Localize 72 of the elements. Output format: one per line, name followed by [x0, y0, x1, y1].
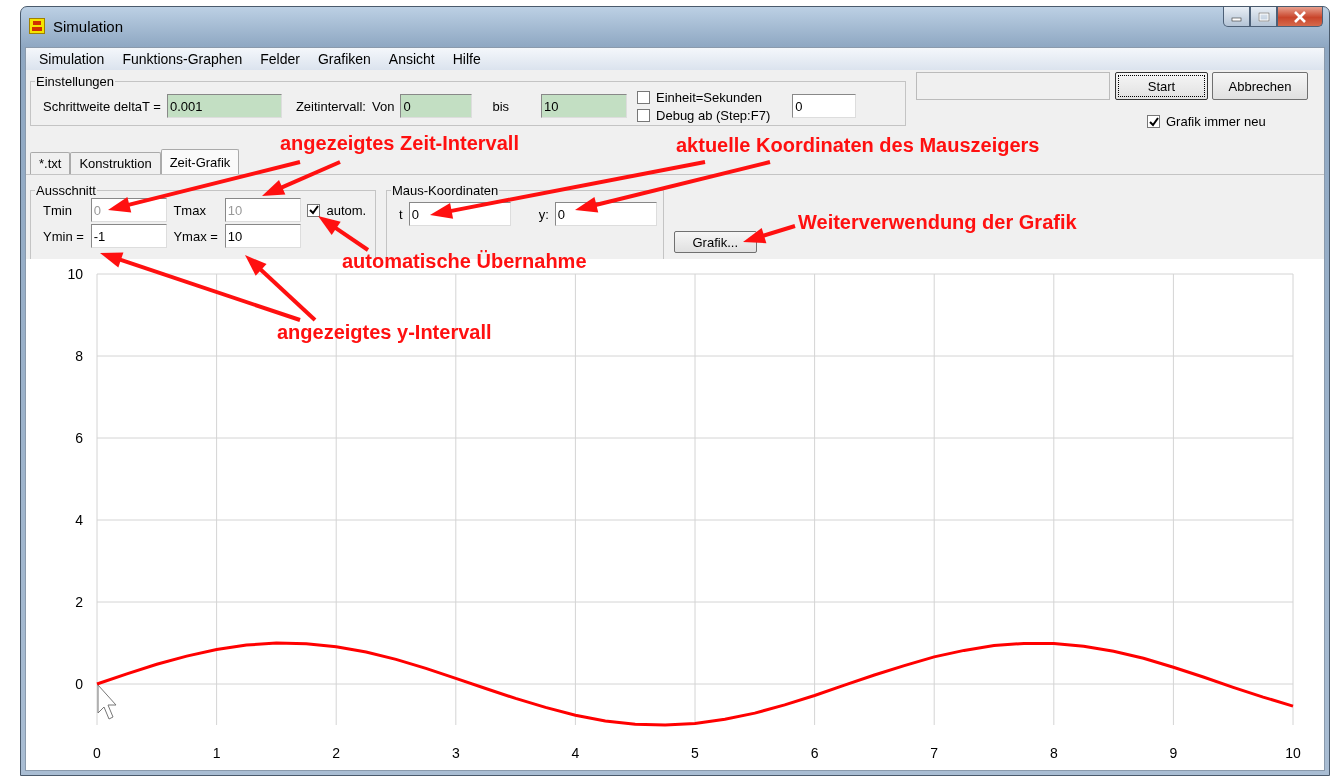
x-tick-label: 5: [691, 745, 699, 761]
action-button[interactable]: Start: [1115, 72, 1208, 100]
group-title: Ausschnitt: [35, 183, 97, 198]
field-label: Tmax: [173, 202, 207, 218]
field-label: Von: [372, 98, 395, 114]
annotation-text: Weiterverwendung der Grafik: [798, 211, 1077, 234]
field-label: y:: [538, 206, 549, 222]
x-tick-label: 10: [1285, 745, 1301, 761]
range-field[interactable]: -1: [90, 224, 167, 248]
checkbox-label: Einheit=Sekunden: [656, 89, 762, 105]
field-label: Zeitintervall:: [295, 98, 366, 114]
menu-item[interactable]: Grafiken: [308, 51, 380, 67]
x-tick-label: 0: [93, 745, 101, 761]
checkbox[interactable]: [637, 90, 651, 104]
minimize-button[interactable]: [1223, 7, 1250, 27]
annotation-text: aktuelle Koordinaten des Mauszeigers: [676, 134, 1040, 157]
to-field[interactable]: 10: [541, 94, 628, 118]
y-tick-label: 0: [75, 676, 83, 692]
group-title: Einstellungen: [35, 74, 116, 89]
field-label: Ymax =: [173, 228, 219, 244]
annotation-text: automatische Übernahme: [342, 250, 587, 273]
x-tick-label: 6: [810, 745, 819, 761]
checkbox-label: autom.: [326, 202, 367, 218]
y-tick-label: 8: [75, 348, 83, 364]
close-icon: [1293, 10, 1307, 23]
y-tick-label: 4: [75, 512, 83, 528]
cursor-icon: [97, 684, 117, 720]
app-icon: [29, 18, 45, 34]
field-label: t: [399, 206, 403, 222]
tab[interactable]: Konstruktion: [70, 152, 161, 174]
checkbox-label: Debug ab (Step:F7): [656, 107, 771, 123]
arrow: [318, 216, 370, 252]
maximize-button[interactable]: [1250, 7, 1277, 27]
checkbox[interactable]: [307, 203, 321, 217]
y-tick-label: 10: [67, 266, 83, 282]
x-tick-label: 1: [212, 745, 221, 761]
x-tick-label: 7: [930, 745, 939, 761]
window-title: Simulation: [53, 17, 124, 35]
close-button[interactable]: [1277, 7, 1323, 27]
field-label: Tmin: [43, 202, 73, 218]
checkbox[interactable]: [1147, 115, 1160, 128]
arrow: [743, 224, 796, 244]
field-label: Schrittweite deltaT =: [43, 98, 161, 114]
annotation-text: angezeigtes y-Intervall: [277, 321, 492, 344]
x-tick-label: 8: [1049, 745, 1058, 761]
coordinate-field[interactable]: 0: [554, 202, 657, 226]
menu-item[interactable]: Ansicht: [379, 51, 444, 67]
range-field[interactable]: 10: [224, 224, 301, 248]
x-tick-label: 2: [332, 745, 341, 761]
checkbox[interactable]: [637, 108, 651, 122]
export-button[interactable]: Grafik...: [673, 231, 757, 253]
menu-item[interactable]: Funktions-Graphen: [113, 51, 252, 67]
from-field[interactable]: 0: [400, 94, 473, 118]
menu-item[interactable]: Hilfe: [443, 51, 490, 67]
field-label: Ymin =: [43, 228, 85, 244]
x-tick-label: 4: [571, 745, 580, 761]
tab[interactable]: Zeit-Grafik: [160, 149, 240, 174]
y-tick-label: 2: [75, 594, 83, 610]
checkbox-label: Grafik immer neu: [1166, 114, 1266, 129]
menu-item[interactable]: Simulation: [30, 51, 114, 67]
tab[interactable]: *.txt: [30, 152, 71, 174]
x-tick-label: 3: [451, 745, 460, 761]
menu-item[interactable]: Felder: [251, 51, 309, 67]
debug-step-field[interactable]: 0: [792, 94, 857, 118]
step-field[interactable]: 0.001: [166, 94, 282, 118]
y-tick-label: 6: [75, 430, 83, 446]
annotation-text: angezeigtes Zeit-Intervall: [280, 132, 519, 155]
field-label: bis: [492, 98, 510, 114]
action-button[interactable]: Abbrechen: [1212, 72, 1308, 100]
maximize-icon: [1257, 11, 1270, 22]
group-title: Maus-Koordinaten: [391, 183, 500, 198]
x-tick-label: 9: [1169, 745, 1178, 761]
